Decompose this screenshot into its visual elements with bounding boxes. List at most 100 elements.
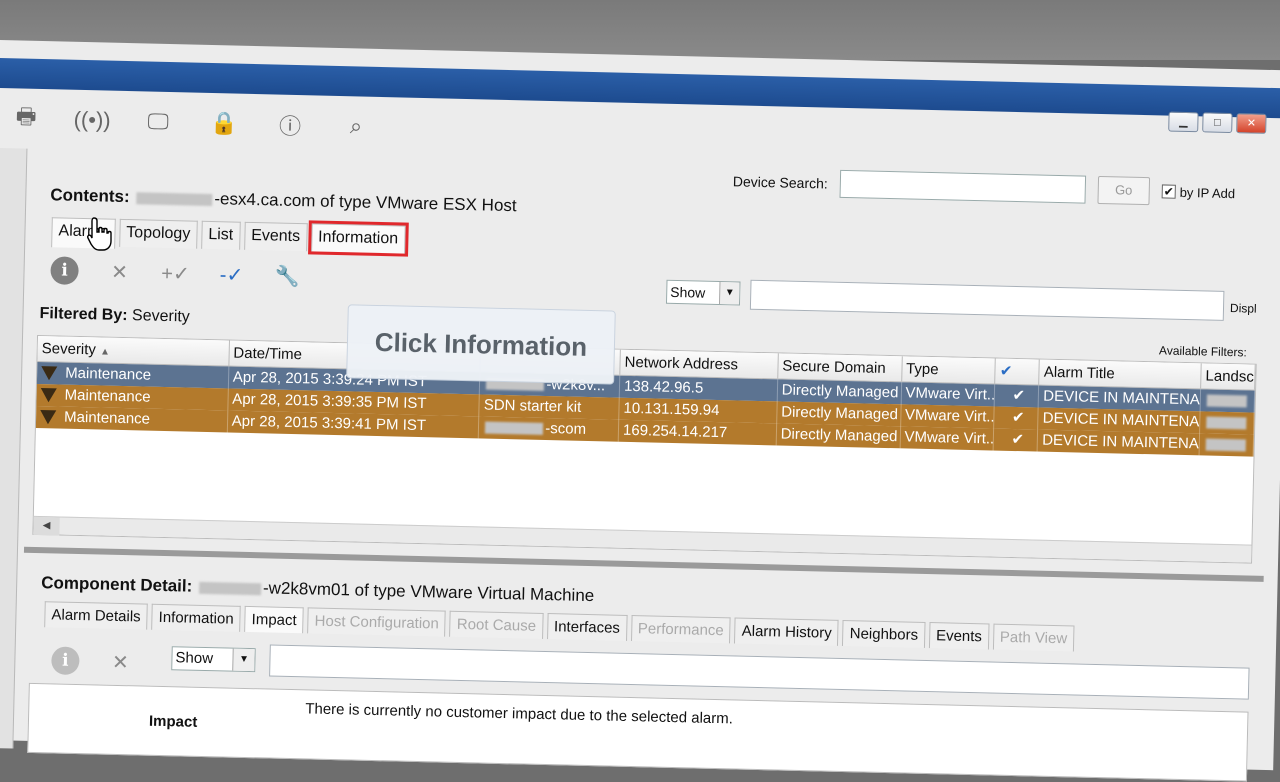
show-select-value: Show [670, 283, 706, 301]
monitor-icon[interactable]: 🖵 [140, 105, 177, 138]
component-show-value: Show [175, 649, 214, 668]
info-icon[interactable]: ⓘ [272, 108, 309, 141]
tab-root-cause: Root Cause [449, 610, 544, 639]
ack-cell: ✔ [994, 406, 1039, 430]
contents-label: Contents: [50, 185, 130, 207]
severity-label: Maintenance [64, 364, 152, 384]
impact-message: There is currently no customer impact du… [305, 700, 734, 728]
available-filters-label: Available Filters: [1158, 343, 1247, 360]
severity-label: Maintenance [63, 408, 151, 428]
contents-text: -esx4.ca.com of type VMware ESX Host [214, 189, 517, 216]
component-show-select[interactable]: Show ▼ [171, 646, 256, 673]
printer-icon[interactable]: 🖶 [8, 102, 45, 135]
tutorial-callout: Click Information [346, 304, 616, 385]
tab-events[interactable]: Events [243, 221, 308, 252]
info-icon[interactable]: i [50, 256, 79, 285]
component-detail-tabs: Alarm Details Information Impact Host Co… [44, 601, 1075, 652]
filtered-by-label: Filtered By: [39, 305, 128, 325]
title-cell: DEVICE IN MAINTENANCE... [1037, 429, 1201, 456]
acknowledge-add-icon[interactable]: +✓ [160, 258, 191, 289]
device-search-row: Device Search: Go ✔ by IP Add [733, 167, 1236, 207]
scroll-left-icon[interactable]: ◀ [33, 516, 60, 536]
filtered-by-value: Severity [131, 307, 190, 326]
tab-information[interactable]: Information [151, 603, 241, 632]
mouse-pointer-icon [87, 217, 112, 251]
column-network-address[interactable]: Network Address [620, 349, 779, 379]
column-type[interactable]: Type [901, 356, 997, 384]
filtered-by: Filtered By: Severity [39, 305, 190, 327]
device-search-input[interactable] [839, 169, 1087, 204]
tab-interfaces[interactable]: Interfaces [546, 613, 628, 641]
alarm-filter-input[interactable] [749, 279, 1225, 321]
ack-cell: ✔ [995, 384, 1040, 408]
chevron-down-icon: ▼ [232, 648, 255, 672]
device-search-label: Device Search: [732, 173, 828, 192]
column-severity-label: Severity [41, 340, 97, 359]
redacted-text [485, 421, 544, 435]
tab-events[interactable]: Events [928, 622, 990, 650]
redacted-text [198, 581, 262, 595]
go-button[interactable]: Go [1097, 175, 1151, 206]
column-acknowledged[interactable]: ✔ [995, 358, 1041, 385]
checkmark-icon: ✔ [999, 362, 1013, 380]
name-cell: SDN starter kit [479, 394, 620, 420]
column-secure-domain[interactable]: Secure Domain [778, 353, 903, 382]
info-icon: i [51, 646, 80, 676]
redacted-text [1206, 394, 1248, 408]
alarm-table: Severity ▲ Date/Time Network Address Sec… [32, 334, 1257, 564]
chevron-down-icon: ▼ [718, 282, 740, 305]
domain-cell: Directly Managed [776, 401, 902, 427]
alarm-action-bar: i ✕ +✓ -✓ 🔧 [50, 255, 303, 291]
severity-cell: Maintenance [35, 405, 229, 433]
type-cell: VMware Virt... [900, 404, 996, 429]
column-severity[interactable]: Severity ▲ [37, 335, 230, 366]
tab-host-configuration: Host Configuration [307, 607, 447, 637]
find-icon[interactable]: ⌕ [338, 110, 375, 143]
by-ip-checkbox[interactable]: ✔ by IP Add [1161, 184, 1236, 201]
app-window: ▁ □ ✕ 🖶 ((•)) 🖵 🔒 ⓘ ⌕ Device Search: Go … [0, 40, 1280, 782]
component-detail-title: Component Detail: -w2k8vm01 of type VMwa… [41, 573, 594, 606]
tab-list[interactable]: List [200, 220, 241, 250]
landscape-cell [1200, 389, 1256, 413]
tab-topology[interactable]: Topology [118, 218, 198, 249]
name-cell: -scom [479, 416, 620, 442]
tab-information[interactable]: Information [307, 220, 409, 257]
tab-path-view: Path View [992, 623, 1075, 652]
clear-icon: ✕ [111, 651, 129, 674]
domain-cell: Directly Managed [777, 379, 902, 405]
lock-network-icon[interactable]: 🔒 [206, 107, 243, 140]
tab-impact[interactable]: Impact [244, 605, 304, 634]
contents-title: Contents: -esx4.ca.com of type VMware ES… [50, 185, 517, 216]
datetime-cell: Apr 28, 2015 3:39:41 PM IST [227, 410, 480, 439]
severity-label: Maintenance [64, 386, 151, 406]
impact-label: Impact [148, 712, 198, 731]
main-panel: Device Search: Go ✔ by IP Add Contents: … [19, 145, 1273, 782]
acknowledge-icon[interactable]: -✓ [216, 259, 247, 290]
checkmark-icon: ✔ [1161, 184, 1176, 199]
signal-icon[interactable]: ((•)) [73, 104, 111, 137]
tab-performance: Performance [630, 615, 732, 644]
component-detail-label: Component Detail: [41, 573, 193, 596]
type-cell: VMware Virt... [901, 382, 996, 407]
redacted-text [1206, 416, 1247, 430]
severity-triangle-icon [40, 366, 58, 381]
type-cell: VMware Virt... [900, 426, 995, 451]
severity-triangle-icon [40, 388, 57, 403]
column-landscape[interactable]: Landscap [1201, 363, 1256, 390]
component-action-bar: i ✕ [51, 645, 136, 677]
tab-alarm-details[interactable]: Alarm Details [44, 601, 148, 630]
component-detail-text: -w2k8vm01 of type VMware Virtual Machine [262, 578, 595, 606]
redacted-text [136, 191, 213, 206]
tab-alarm-history[interactable]: Alarm History [734, 617, 840, 646]
tab-neighbors[interactable]: Neighbors [842, 620, 926, 648]
landscape-cell [1199, 433, 1255, 457]
column-alarm-title[interactable]: Alarm Title [1039, 359, 1202, 389]
address-cell: 169.254.14.217 [618, 419, 777, 446]
severity-triangle-icon [39, 410, 57, 425]
landscape-cell [1200, 411, 1255, 435]
wrench-icon[interactable]: 🔧 [272, 260, 303, 291]
show-select[interactable]: Show ▼ [665, 279, 741, 306]
redacted-text [1205, 438, 1247, 452]
by-ip-label: by IP Add [1179, 184, 1236, 201]
clear-icon[interactable]: ✕ [104, 257, 135, 288]
